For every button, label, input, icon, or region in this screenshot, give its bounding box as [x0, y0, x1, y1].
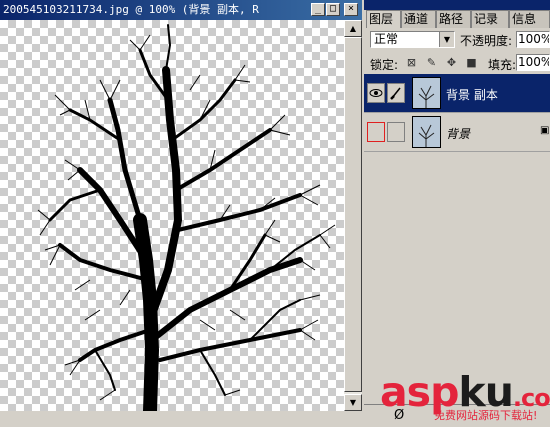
lock-icon: ▣	[540, 125, 550, 136]
chevron-down-icon: ▼	[439, 32, 454, 47]
lock-move-icon[interactable]: ✥	[445, 56, 458, 69]
layer-thumbnail	[412, 77, 441, 109]
brush-link-toggle[interactable]	[387, 83, 405, 103]
document-title: 200545103211734.jpg @ 100% (背景 副本, R	[3, 3, 259, 16]
opacity-label: 不透明度:	[460, 34, 513, 48]
fill-input[interactable]: 100%	[516, 54, 550, 71]
lock-transparency-icon[interactable]: ⊠	[405, 56, 418, 69]
eye-icon	[369, 89, 383, 97]
visibility-toggle[interactable]	[367, 122, 385, 142]
document-title-bar[interactable]: 200545103211734.jpg @ 100% (背景 副本, R _ □…	[0, 0, 362, 20]
maximize-button[interactable]: □	[326, 3, 340, 16]
tab-channels[interactable]: 通道	[401, 10, 436, 28]
layer-name[interactable]: 背景	[446, 125, 470, 142]
tab-layers[interactable]: 图层	[366, 10, 401, 28]
lock-label: 锁定:	[370, 58, 399, 72]
document-window: 200545103211734.jpg @ 100% (背景 副本, R _ □…	[0, 0, 362, 426]
minimize-button[interactable]: _	[311, 3, 325, 16]
blend-mode-select[interactable]: 正常 ▼	[370, 31, 455, 48]
vertical-scrollbar[interactable]: ▲ ▼	[344, 20, 362, 411]
layer-name[interactable]: 背景 副本	[446, 86, 498, 103]
tree-thumbnail-icon	[418, 124, 435, 147]
palette-tabs: 图层 通道 路径 记录 信息	[364, 10, 550, 28]
lock-all-icon[interactable]: ■	[465, 56, 478, 69]
layer-row-background[interactable]: 背景 ▣	[364, 113, 550, 152]
image-canvas[interactable]	[0, 20, 344, 411]
brush-link-toggle[interactable]	[387, 122, 405, 142]
tab-history[interactable]: 记录	[471, 10, 509, 28]
close-button[interactable]: ×	[344, 3, 358, 16]
tree-silhouette-image	[37, 24, 336, 411]
brush-icon	[390, 87, 401, 100]
scroll-thumb[interactable]	[344, 37, 362, 392]
tree-thumbnail-icon	[418, 85, 435, 108]
layers-palette: 图层 通道 路径 记录 信息 正常 ▼ 不透明度: 100% 锁定: ⊠ ✎ ✥…	[364, 0, 550, 427]
fill-label: 填充:	[488, 58, 517, 72]
blend-mode-value: 正常	[374, 32, 399, 46]
scroll-up-button[interactable]: ▲	[344, 20, 362, 37]
lock-paint-icon[interactable]: ✎	[425, 56, 438, 69]
visibility-toggle[interactable]	[367, 83, 385, 103]
layer-row-background-copy[interactable]: 背景 副本	[364, 74, 550, 113]
watermark-subtitle: 免费网站源码下载站!	[434, 409, 538, 422]
opacity-input[interactable]: 100%	[516, 31, 550, 48]
palette-title-bar[interactable]	[364, 0, 550, 10]
layer-list: 背景 副本 背景 ▣	[364, 74, 550, 404]
horizontal-scrollbar[interactable]	[0, 411, 362, 426]
scroll-down-button[interactable]: ▼	[344, 394, 362, 411]
layer-thumbnail	[412, 116, 441, 148]
tab-paths[interactable]: 路径	[436, 10, 471, 28]
tab-info[interactable]: 信息	[509, 10, 550, 28]
